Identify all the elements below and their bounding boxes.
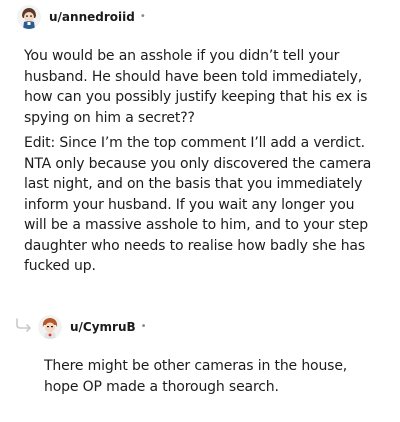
separator-dot: • bbox=[139, 11, 146, 22]
user-avatar-icon[interactable] bbox=[17, 5, 41, 29]
username[interactable]: u/CymruB bbox=[70, 320, 136, 334]
reply-arrow-icon bbox=[14, 317, 34, 333]
comment-paragraph: You would be an asshole if you didn’t te… bbox=[24, 48, 368, 126]
comment-paragraph: Edit: Since I’m the top comment I’ll add… bbox=[24, 135, 372, 274]
user-avatar-icon[interactable] bbox=[38, 315, 62, 339]
username[interactable]: u/annedroiid bbox=[49, 10, 135, 24]
comment-header: u/annedroiid • bbox=[17, 5, 146, 29]
comment-header: u/CymruB • bbox=[38, 315, 147, 339]
comment-paragraph: There might be other cameras in the hous… bbox=[44, 358, 348, 395]
separator-dot: • bbox=[140, 321, 147, 332]
